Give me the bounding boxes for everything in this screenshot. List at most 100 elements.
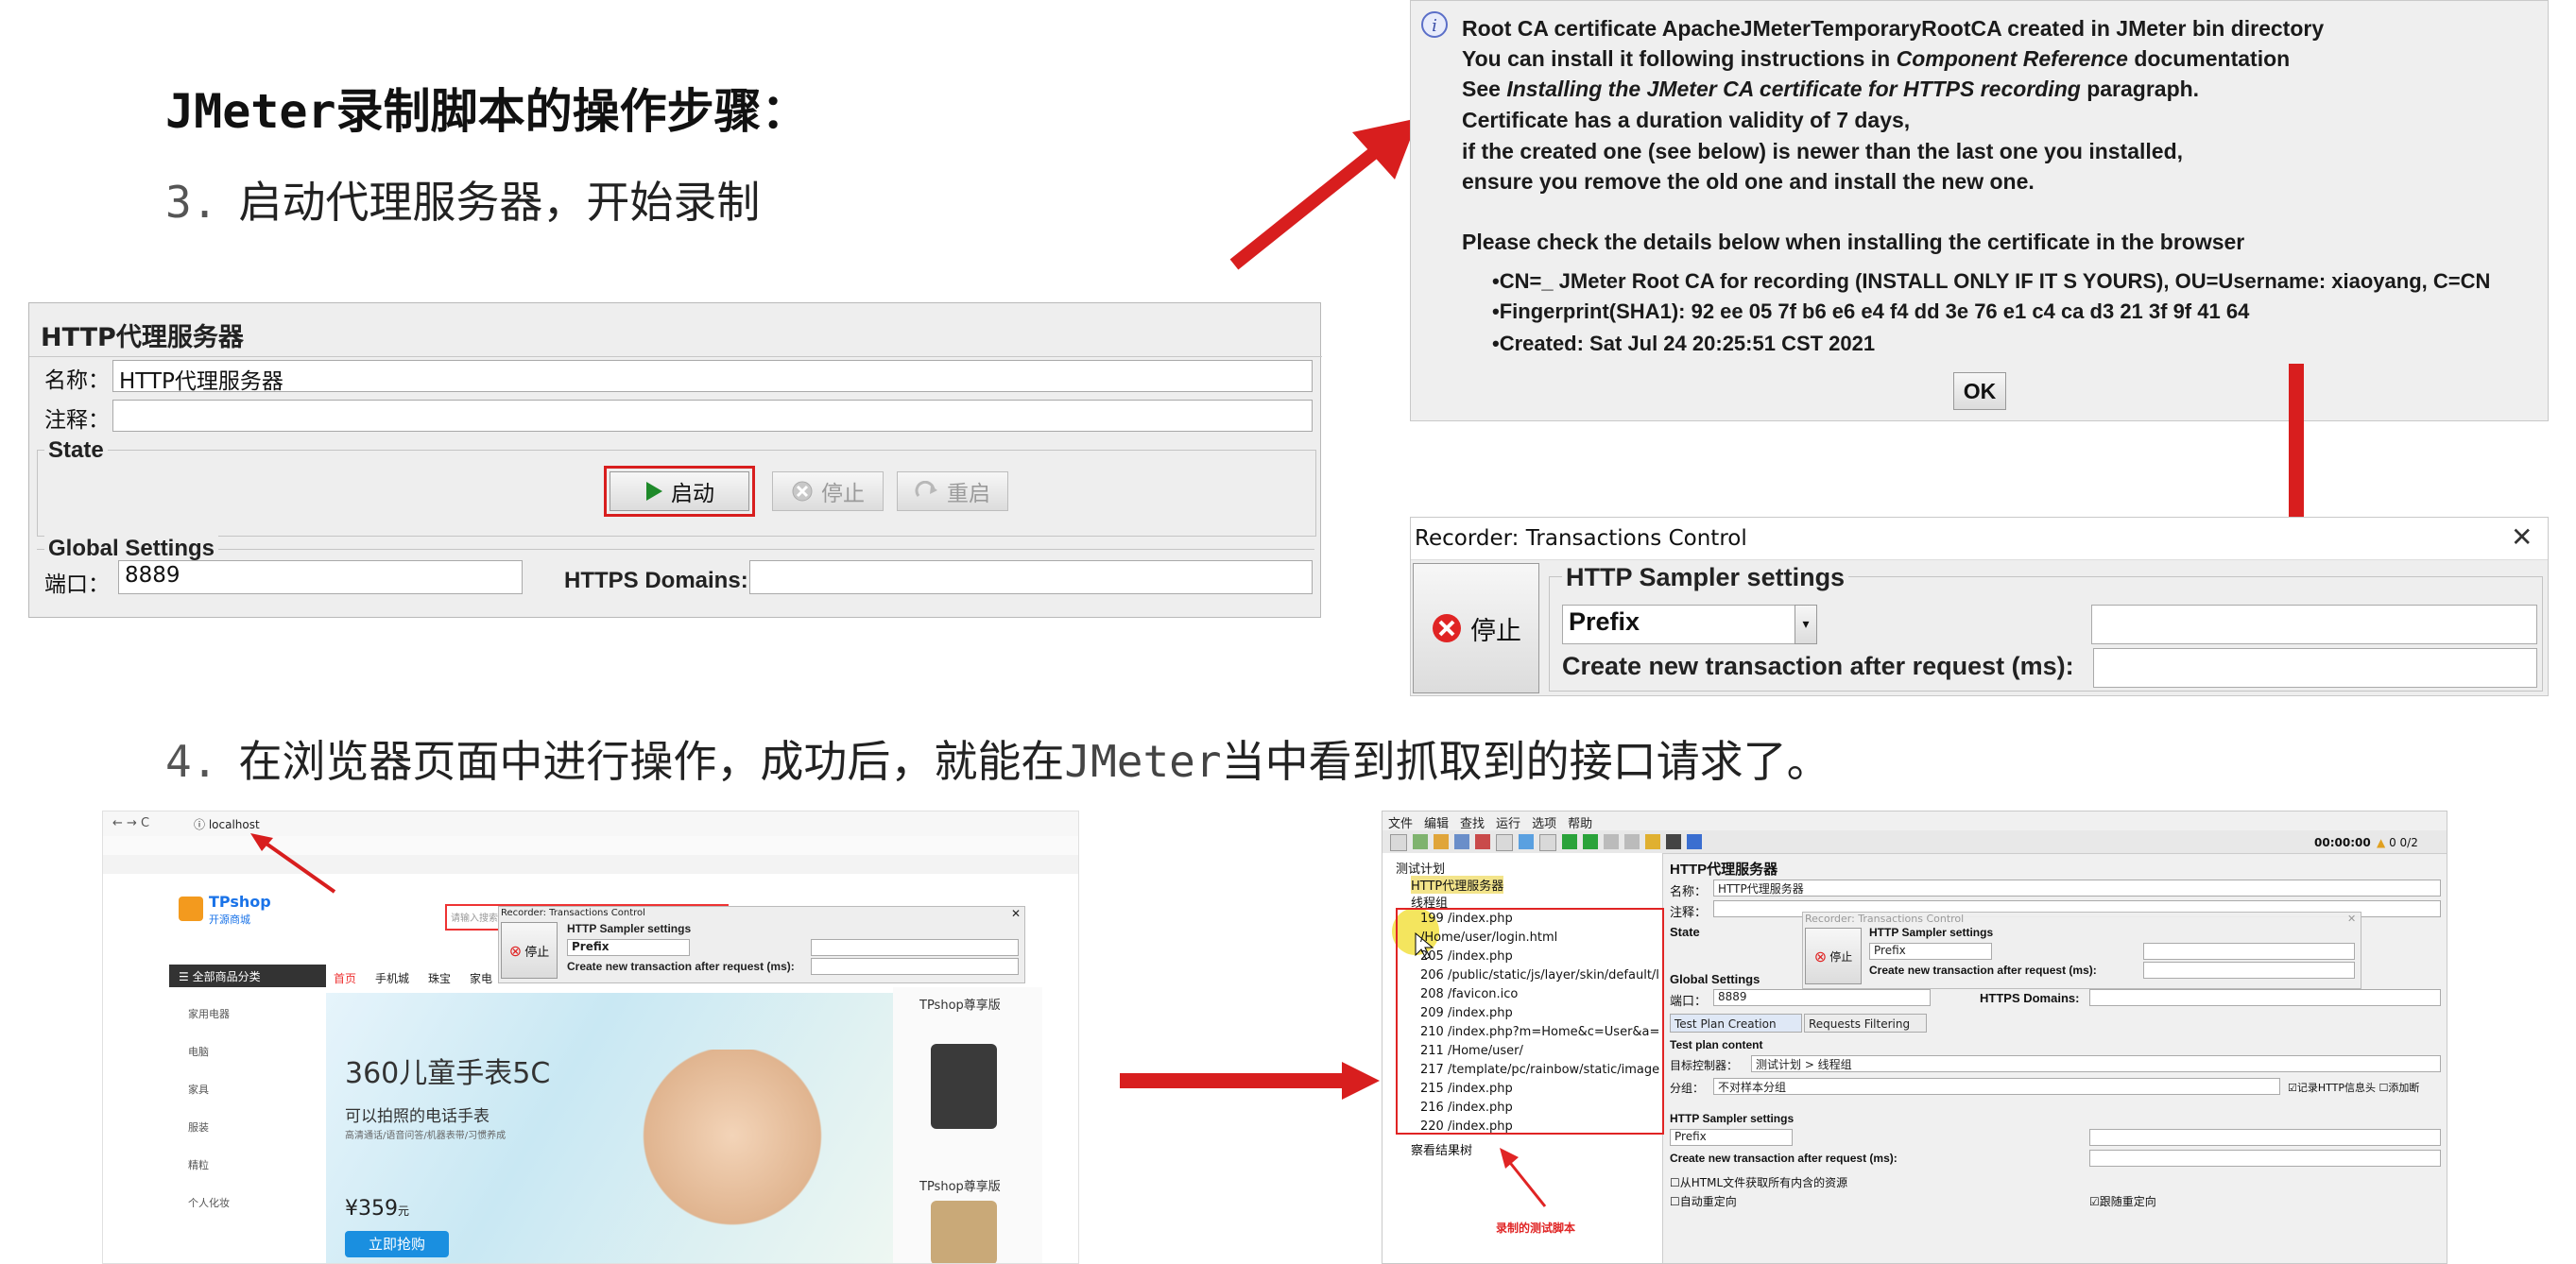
tree-item[interactable]: 220 /index.php (1420, 1119, 1513, 1134)
chevron-down-icon[interactable]: ▾ (1795, 605, 1817, 644)
jm-auto-redirect[interactable]: ☐自动重定向 (1670, 1193, 1737, 1209)
nav-jewel[interactable]: 珠宝 (428, 970, 451, 986)
tree-item[interactable]: 209 /index.php (1420, 1006, 1513, 1020)
browser-popup-create: Create new transaction after request (ms… (567, 960, 795, 973)
jm-follow-redirect[interactable]: ☑跟随重定向 (2089, 1193, 2156, 1209)
banner-price: ¥359元 (345, 1197, 410, 1221)
tree-item[interactable]: 210 /index.php?m=Home&c=User&a= (1420, 1025, 1659, 1039)
url-pointer-arrow (250, 833, 336, 894)
logo-icon (179, 897, 203, 921)
jm-create-field[interactable] (2089, 1150, 2441, 1167)
ok-button[interactable]: OK (1953, 372, 2006, 410)
menu-edit[interactable]: 编辑 (1424, 813, 1449, 831)
browser-popup-close-icon[interactable]: ✕ (1011, 907, 1021, 920)
tree-item[interactable]: 208 /favicon.ico (1420, 987, 1518, 1001)
step-4-number: 4. (165, 736, 218, 787)
tree-item[interactable]: 199 /index.php (1420, 912, 1513, 926)
category-item[interactable]: 家用电器 (188, 1006, 230, 1021)
menu-file[interactable]: 文件 (1388, 813, 1413, 831)
prefix-select[interactable]: Prefix (1562, 605, 1817, 644)
category-title[interactable]: ☰ 全部商品分类 (169, 965, 326, 987)
tab-requests-filtering[interactable]: Requests Filtering (1804, 1014, 1927, 1033)
jm-group-label: 分组： (1670, 1082, 1705, 1095)
browser-popup-group: HTTP Sampler settings (567, 922, 692, 935)
banner-child-image (638, 1050, 827, 1263)
test-plan-tree: 测试计划 HTTP代理服务器 线程组 199 /index.php /Home/… (1382, 853, 1664, 1263)
create-transaction-field[interactable] (2093, 648, 2537, 688)
dialog-line-5: if the created one (see below) is newer … (1462, 139, 2184, 163)
tree-item[interactable]: 206 /public/static/js/layer/skin/default… (1420, 968, 1659, 982)
jm-prefix-field[interactable] (2089, 1129, 2441, 1146)
browser-popup-prefix[interactable]: Prefix (567, 939, 690, 956)
jm-plan-content: Test plan content (1670, 1038, 1763, 1051)
jm-name-field[interactable]: HTTP代理服务器 (1713, 880, 2441, 897)
menu-search[interactable]: 查找 (1460, 813, 1485, 831)
https-domains-field[interactable] (749, 560, 1313, 594)
promo-title-1: TPshop尊享版 (919, 999, 1001, 1013)
category-item[interactable]: 家具 (188, 1082, 209, 1097)
jm-overlay-prefix[interactable]: Prefix (1869, 943, 1992, 960)
tree-item[interactable]: /Home/user/login.html (1420, 931, 1557, 945)
toolbar-icons[interactable] (1390, 834, 1702, 851)
jm-overlay-stop[interactable]: ⊗ 停止 (1805, 928, 1862, 984)
jm-overlay-close-icon[interactable]: ✕ (2347, 913, 2356, 925)
side-promo: TPshop尊享版 TPshop尊享版 (893, 987, 1042, 1263)
certificate-dialog: i Root CA certificate ApacheJMeterTempor… (1410, 0, 2549, 421)
tree-proxy[interactable]: HTTP代理服务器 (1411, 876, 1504, 894)
port-field[interactable]: 8889 (118, 560, 523, 594)
tree-item[interactable]: 215 /index.php (1420, 1082, 1513, 1096)
nav-phone[interactable]: 手机城 (375, 970, 409, 986)
prefix-text-field[interactable] (2091, 605, 2537, 644)
browser-popup-prefix-field[interactable] (811, 939, 1019, 956)
jm-overlay-create-field[interactable] (2143, 962, 2355, 979)
jm-target-label: 目标控制器： (1670, 1059, 1739, 1072)
jm-port-label: 端口： (1670, 995, 1708, 1009)
menu-options[interactable]: 选项 (1532, 813, 1556, 831)
promo-title-2: TPshop尊享版 (919, 1180, 1001, 1194)
jm-overlay-prefix-field[interactable] (2143, 943, 2355, 960)
tab-test-plan-creation[interactable]: Test Plan Creation (1670, 1014, 1802, 1033)
jm-port-field[interactable]: 8889 (1713, 989, 1931, 1006)
tree-item[interactable]: 211 /Home/user/ (1420, 1044, 1523, 1058)
nav-home[interactable]: 首页 (334, 970, 356, 986)
browser-popup-stop[interactable]: ⊗ 停止 (501, 922, 558, 979)
heading-prefix: JMeter (165, 84, 336, 139)
stop-button[interactable]: 停止 (772, 471, 884, 511)
stop-red-icon (1433, 614, 1461, 642)
step-3-text: 启动代理服务器，开始录制 (238, 177, 761, 228)
comment-field[interactable] (112, 400, 1313, 432)
logo-text: TPshop (209, 893, 271, 911)
tree-item[interactable]: 205 /index.php (1420, 949, 1513, 964)
start-button[interactable]: 启动 (610, 471, 749, 511)
nav-buttons[interactable]: ← → C (112, 816, 149, 830)
nav-appliance[interactable]: 家电 (470, 970, 492, 986)
jm-retrieve-resources[interactable]: ☐从HTML文件获取所有内含的资源 (1670, 1174, 1847, 1190)
jm-record-headers[interactable]: ☑记录HTTP信息头 ☐添加断 (2288, 1080, 2419, 1095)
step-4: 4. 在浏览器页面中进行操作，成功后，就能在JMeter当中看到抓取到的接口请求了… (165, 727, 1830, 790)
restart-button[interactable]: 重启 (897, 471, 1008, 511)
tree-item[interactable]: 216 /index.php (1420, 1101, 1513, 1115)
browser-popup-create-field[interactable] (811, 958, 1019, 975)
annotation-arrow (1500, 1148, 1547, 1207)
name-field[interactable]: HTTP代理服务器 (112, 360, 1313, 394)
banner[interactable]: 360儿童手表5C 可以拍照的电话手表 高清通话/语音问答/机器表带/习惯养成 … (326, 993, 893, 1263)
category-item[interactable]: 个人化妆 (188, 1195, 230, 1210)
category-item[interactable]: 精粒 (188, 1157, 209, 1172)
arrow-right-shaft (1120, 1073, 1347, 1088)
dialog-line-2: You can install it following instruction… (1462, 46, 2291, 71)
jm-https-field[interactable] (2089, 989, 2441, 1006)
category-item[interactable]: 服装 (188, 1119, 209, 1135)
close-icon[interactable]: ✕ (2511, 521, 2533, 553)
jm-group-select[interactable]: 不对样本分组 (1713, 1078, 2280, 1095)
buy-button[interactable]: 立即抢购 (345, 1231, 449, 1257)
category-item[interactable]: 电脑 (188, 1044, 209, 1059)
jm-target-select[interactable]: 测试计划 > 线程组 (1751, 1055, 2441, 1072)
thread-counter: ▲ 0 0/2 (2377, 836, 2418, 849)
menu-run[interactable]: 运行 (1496, 813, 1520, 831)
jm-prefix-select[interactable]: Prefix (1670, 1129, 1793, 1146)
recorder-stop-button[interactable]: 停止 (1413, 563, 1539, 693)
tree-root[interactable]: 测试计划 (1396, 859, 1445, 877)
tree-item[interactable]: 217 /template/pc/rainbow/static/image (1420, 1063, 1659, 1077)
tree-results[interactable]: 察看结果树 (1411, 1140, 1472, 1158)
menu-help[interactable]: 帮助 (1568, 813, 1592, 831)
